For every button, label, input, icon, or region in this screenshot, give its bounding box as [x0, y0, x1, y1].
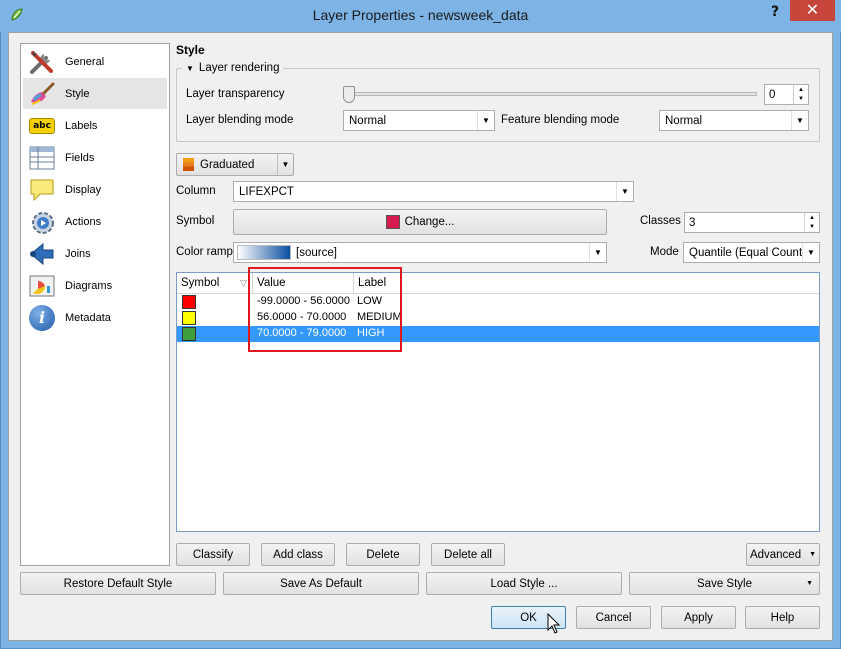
classify-button[interactable]: Classify	[176, 543, 250, 566]
mode-label: Mode	[650, 246, 679, 258]
apply-button[interactable]: Apply	[661, 606, 736, 629]
delete-all-button[interactable]: Delete all	[431, 543, 505, 566]
transparency-slider-track[interactable]	[349, 92, 757, 96]
restore-default-style-button[interactable]: Restore Default Style	[20, 572, 216, 595]
tools-icon	[27, 48, 57, 76]
sidebar-item-display[interactable]: Display	[23, 174, 167, 205]
delete-button[interactable]: Delete	[346, 543, 420, 566]
spin-up-icon[interactable]: ▲	[805, 213, 819, 223]
sidebar-item-label: Diagrams	[65, 279, 113, 292]
sidebar-item-label: Style	[65, 87, 90, 100]
spin-down-icon[interactable]: ▼	[794, 95, 808, 105]
speech-bubble-icon	[27, 176, 57, 204]
layer-blending-label: Layer blending mode	[186, 114, 294, 126]
sidebar-item-metadata[interactable]: i Metadata	[23, 302, 167, 333]
dropdown-arrow-icon: ▼	[589, 243, 606, 262]
dropdown-arrow-icon: ▼	[809, 551, 817, 558]
layer-rendering-toggle[interactable]: ▼ Layer rendering	[182, 62, 284, 74]
sidebar-item-general[interactable]: General	[23, 46, 167, 77]
sidebar-item-label: Metadata	[65, 311, 111, 324]
column-header-label[interactable]: Label	[354, 273, 819, 294]
transparency-value: 0	[769, 88, 776, 101]
classes-label: Classes	[640, 215, 681, 227]
dropdown-arrow-icon: ▼	[802, 243, 819, 262]
gear-play-icon	[27, 208, 57, 236]
symbol-label: Symbol	[176, 215, 215, 227]
cancel-button[interactable]: Cancel	[576, 606, 651, 629]
column-label: Column	[176, 185, 216, 197]
paintbrush-icon	[27, 80, 57, 108]
dropdown-arrow-icon: ▼	[616, 182, 633, 201]
sidebar-item-diagrams[interactable]: Diagrams	[23, 270, 167, 301]
sidebar-item-fields[interactable]: Fields	[23, 142, 167, 173]
sidebar-item-label: Labels	[65, 119, 98, 132]
load-style-button[interactable]: Load Style ...	[426, 572, 622, 595]
change-symbol-button[interactable]: Change...	[233, 209, 607, 235]
color-ramp-preview	[237, 245, 291, 260]
renderer-select[interactable]: Graduated ▼	[176, 153, 294, 176]
sidebar-item-label: Fields	[65, 151, 95, 164]
classes-spinbox[interactable]: 3 ▲ ▼	[684, 212, 820, 233]
dropdown-arrow-icon: ▼	[277, 154, 293, 175]
mouse-cursor-icon	[547, 613, 561, 634]
class-color-swatch[interactable]	[182, 311, 196, 325]
table-fields-icon	[27, 144, 57, 172]
style-heading: Style	[176, 43, 205, 57]
sort-indicator-icon: ▽	[240, 278, 247, 288]
advanced-button[interactable]: Advanced ▼	[746, 543, 820, 566]
color-ramp-label: Color ramp	[176, 246, 233, 258]
spin-down-icon[interactable]: ▼	[805, 223, 819, 233]
feature-blending-label: Feature blending mode	[501, 114, 620, 126]
graduated-icon	[183, 158, 194, 171]
diagram-icon	[27, 272, 57, 300]
dropdown-arrow-icon: ▼	[791, 111, 808, 130]
sidebar-item-label: Actions	[65, 215, 102, 228]
class-color-swatch[interactable]	[182, 295, 196, 309]
sidebar-item-label: Joins	[65, 247, 91, 260]
transparency-spinbox[interactable]: 0 ▲ ▼	[764, 84, 809, 105]
column-select[interactable]: LIFEXPCT ▼	[233, 181, 634, 202]
join-arrow-icon	[27, 240, 57, 268]
title-bar[interactable]: Layer Properties - newsweek_data ? ✕	[0, 0, 841, 32]
classes-value: 3	[689, 216, 696, 229]
title-help-button[interactable]: ?	[764, 3, 786, 21]
symbol-swatch	[385, 215, 400, 229]
color-ramp-select[interactable]: [source] ▼	[233, 242, 607, 263]
collapse-triangle-icon: ▼	[186, 63, 194, 73]
sidebar-item-actions[interactable]: Actions	[23, 206, 167, 237]
dropdown-arrow-icon: ▼	[477, 111, 494, 130]
transparency-slider-handle[interactable]	[343, 86, 355, 103]
close-button[interactable]: ✕	[790, 0, 835, 21]
save-as-default-button[interactable]: Save As Default	[223, 572, 419, 595]
mode-select[interactable]: Quantile (Equal Count) ▼	[683, 242, 820, 263]
save-style-button[interactable]: Save Style ▼	[629, 572, 820, 595]
abc-label-icon: abc	[27, 112, 57, 140]
sidebar-item-labels[interactable]: abc Labels	[23, 110, 167, 141]
class-color-swatch[interactable]	[182, 327, 196, 341]
sidebar-item-joins[interactable]: Joins	[23, 238, 167, 269]
help-button[interactable]: Help	[745, 606, 820, 629]
add-class-button[interactable]: Add class	[261, 543, 335, 566]
layer-transparency-label: Layer transparency	[186, 88, 285, 100]
sidebar-item-style[interactable]: Style	[23, 78, 167, 109]
sidebar-item-label: Display	[65, 183, 102, 196]
sidebar-item-label: General	[65, 55, 105, 68]
annotation-highlight-box	[248, 267, 402, 352]
sidebar: General Style abc Labels Fields Display …	[20, 43, 170, 566]
spin-up-icon[interactable]: ▲	[794, 85, 808, 95]
window-title: Layer Properties - newsweek_data	[312, 7, 529, 23]
column-header-symbol[interactable]: Symbol ▽	[177, 273, 253, 294]
layer-rendering-title: Layer rendering	[198, 62, 280, 74]
layer-blending-select[interactable]: Normal ▼	[343, 110, 495, 131]
dropdown-arrow-icon: ▼	[806, 580, 813, 587]
feature-blending-select[interactable]: Normal ▼	[659, 110, 809, 131]
info-icon: i	[27, 304, 57, 332]
